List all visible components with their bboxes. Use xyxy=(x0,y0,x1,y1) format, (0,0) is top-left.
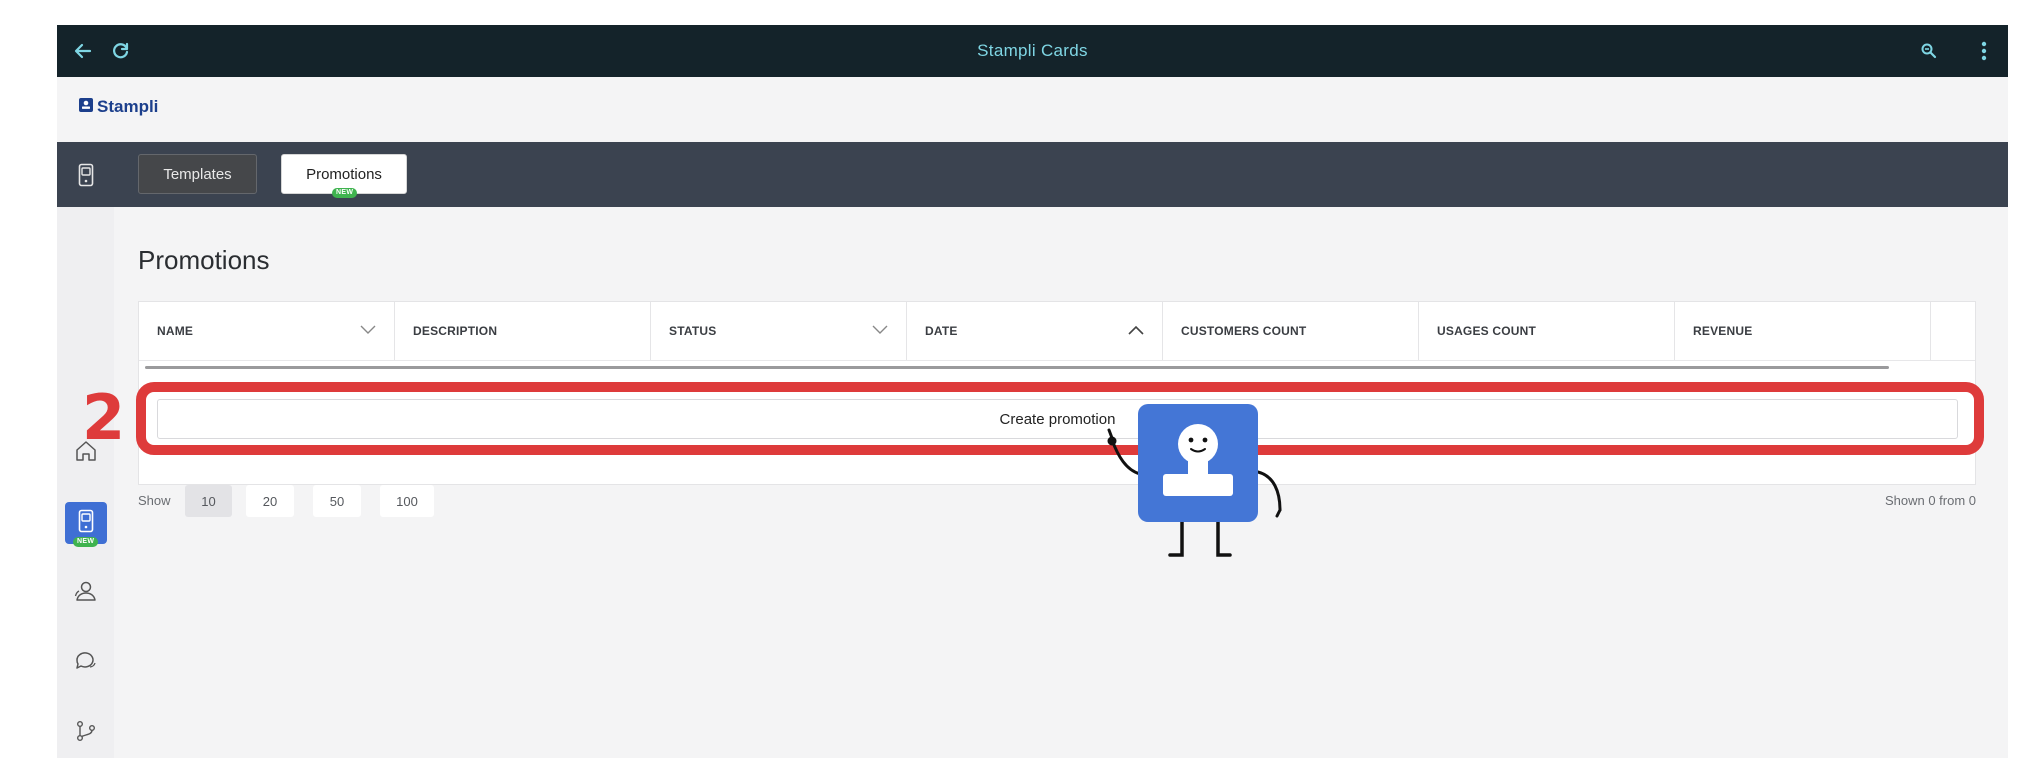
horizontal-scrollbar[interactable] xyxy=(145,366,1889,369)
page-size-100[interactable]: 100 xyxy=(380,485,434,517)
zoom-icon[interactable] xyxy=(1917,25,1941,77)
stamp-mascot xyxy=(1104,400,1304,571)
page-size-10[interactable]: 10 xyxy=(185,485,232,517)
column-header-usages-count[interactable]: USAGES COUNT xyxy=(1419,302,1675,360)
card-icon xyxy=(78,509,94,538)
step-number: 2 xyxy=(82,381,126,454)
table-header: NAME DESCRIPTION STATUS DATE CUSTOMERS C… xyxy=(139,302,1975,361)
chevron-down-icon[interactable] xyxy=(360,324,376,338)
title-bar: Stampli Cards xyxy=(57,25,2008,77)
column-header-customers-count[interactable]: CUSTOMERS COUNT xyxy=(1163,302,1419,360)
kebab-menu-icon[interactable] xyxy=(1972,25,1996,77)
brand-name: Stampli xyxy=(97,97,159,116)
column-header-status[interactable]: STATUS xyxy=(651,302,907,360)
brand-logo[interactable]: Stampli xyxy=(79,97,158,117)
new-badge: NEW xyxy=(332,188,358,198)
column-header-revenue[interactable]: REVENUE xyxy=(1675,302,1931,360)
page-size-20[interactable]: 20 xyxy=(246,485,294,517)
step-highlight-frame xyxy=(136,382,1984,455)
integrations-icon xyxy=(75,720,97,747)
page-title: Promotions xyxy=(138,245,270,275)
show-label: Show xyxy=(138,493,171,508)
page-size-50[interactable]: 50 xyxy=(313,485,361,517)
chevron-down-icon[interactable] xyxy=(872,324,888,338)
tab-promotions-label: Promotions xyxy=(306,165,382,183)
stamp-logo-icon xyxy=(79,97,93,117)
section-toolbar: Templates Promotions NEW xyxy=(57,142,2008,207)
column-header-name[interactable]: NAME xyxy=(139,302,395,360)
card-device-icon[interactable] xyxy=(57,142,114,207)
sidebar: NEW xyxy=(57,207,114,758)
brand-bar: Stampli xyxy=(57,77,2008,142)
tab-templates[interactable]: Templates xyxy=(138,154,257,194)
sidebar-item-customers[interactable] xyxy=(65,572,107,614)
results-summary: Shown 0 from 0 xyxy=(1884,493,1976,508)
column-header-description[interactable]: DESCRIPTION xyxy=(395,302,651,360)
sidebar-item-integrations[interactable] xyxy=(65,712,107,754)
chat-icon xyxy=(73,649,99,678)
column-header-date[interactable]: DATE xyxy=(907,302,1163,360)
tab-promotions[interactable]: Promotions NEW xyxy=(281,154,407,198)
new-badge: NEW xyxy=(73,537,99,547)
customers-icon xyxy=(73,579,99,608)
sidebar-item-chat[interactable] xyxy=(65,642,107,684)
chevron-up-icon[interactable] xyxy=(1128,324,1144,338)
window-title: Stampli Cards xyxy=(977,41,1088,60)
sidebar-item-cards[interactable]: NEW xyxy=(65,502,107,547)
